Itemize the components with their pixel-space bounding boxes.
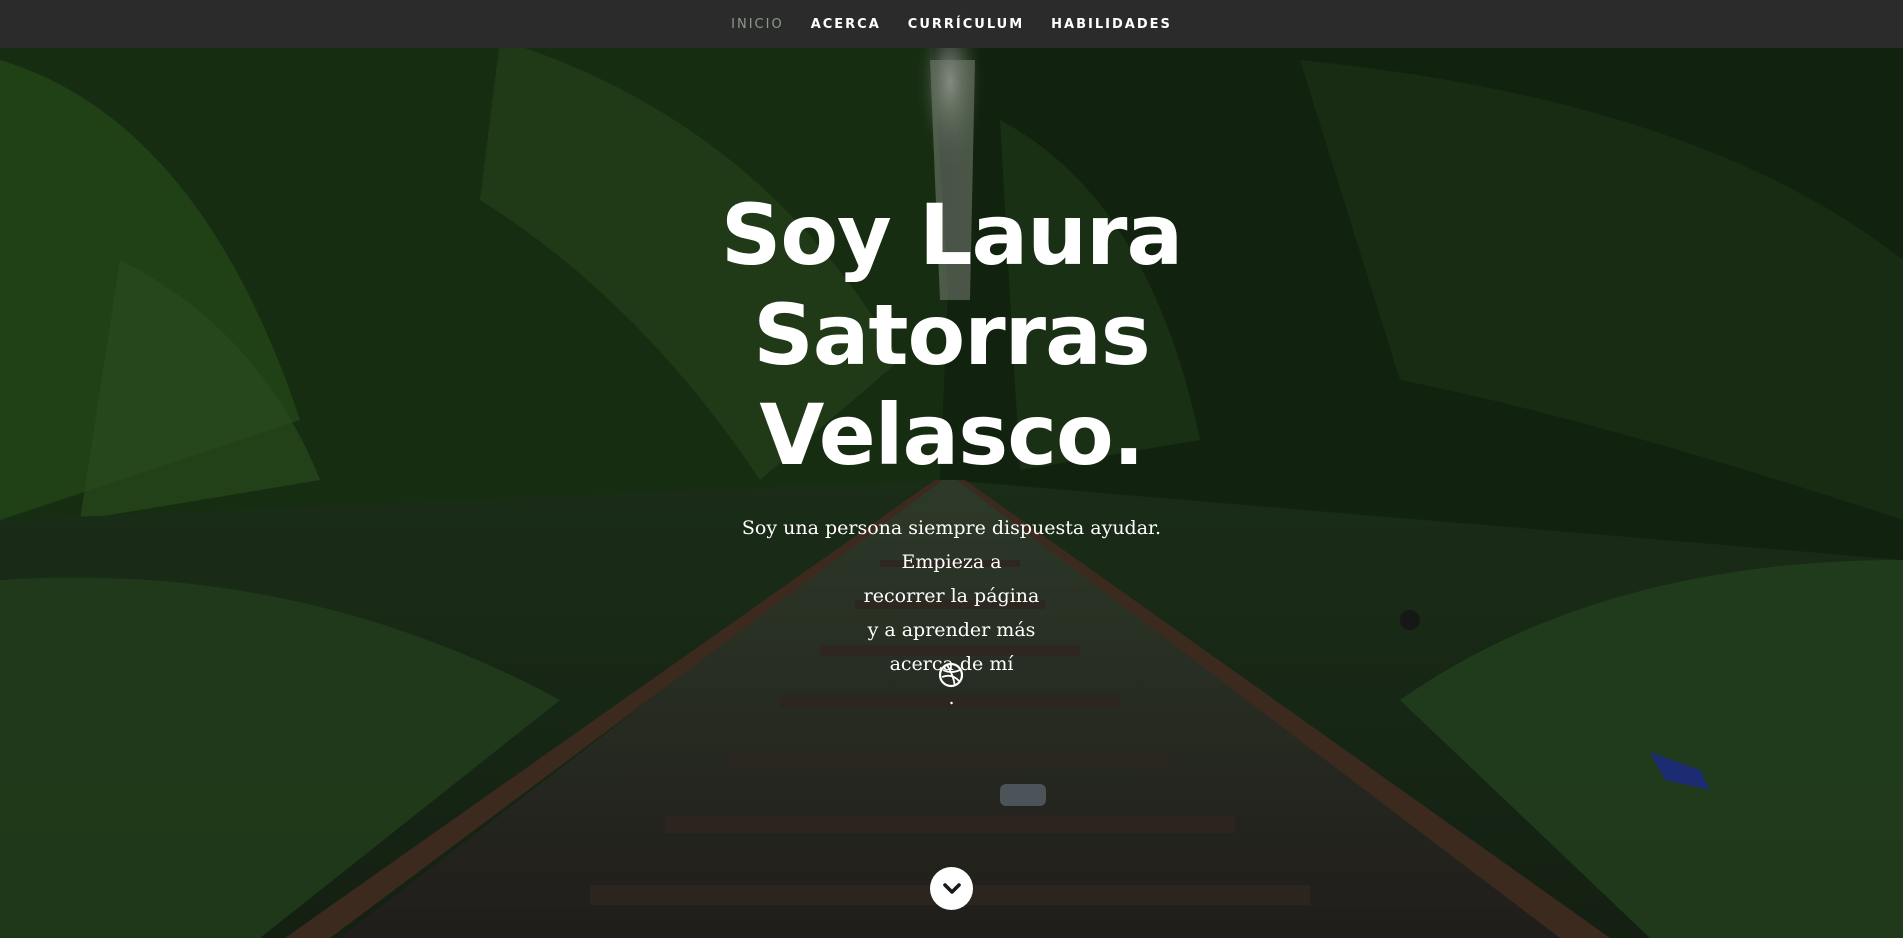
hero-title: Soy Laura Satorras Velasco. xyxy=(542,185,1362,485)
nav-item-habilidades[interactable]: HABILIDADES xyxy=(1051,17,1172,32)
dribbble-icon[interactable] xyxy=(938,662,964,688)
main-navigation: INICIO ACERCA CURRÍCULUM HABILIDADES xyxy=(0,0,1903,48)
intro-line: y a aprender más xyxy=(867,619,1036,641)
intro-line: Empieza a xyxy=(901,551,1002,573)
intro-line: Soy una persona siempre dispuesta ayudar… xyxy=(741,517,1162,539)
scroll-down-button[interactable] xyxy=(930,867,973,910)
hero-title-line-2: Velasco. xyxy=(759,386,1144,484)
nav-item-inicio[interactable]: INICIO xyxy=(731,17,784,32)
nav-item-curriculum[interactable]: CURRÍCULUM xyxy=(908,17,1024,32)
chevron-down-icon xyxy=(942,882,961,894)
page: INICIO ACERCA CURRÍCULUM HABILIDADES Soy… xyxy=(0,0,1903,938)
nav-item-acerca[interactable]: ACERCA xyxy=(811,17,881,32)
hero-section: Soy Laura Satorras Velasco. Soy una pers… xyxy=(0,185,1903,715)
intro-line: recorrer la página xyxy=(863,585,1040,607)
hero-title-line-1: Soy Laura Satorras xyxy=(720,186,1183,384)
